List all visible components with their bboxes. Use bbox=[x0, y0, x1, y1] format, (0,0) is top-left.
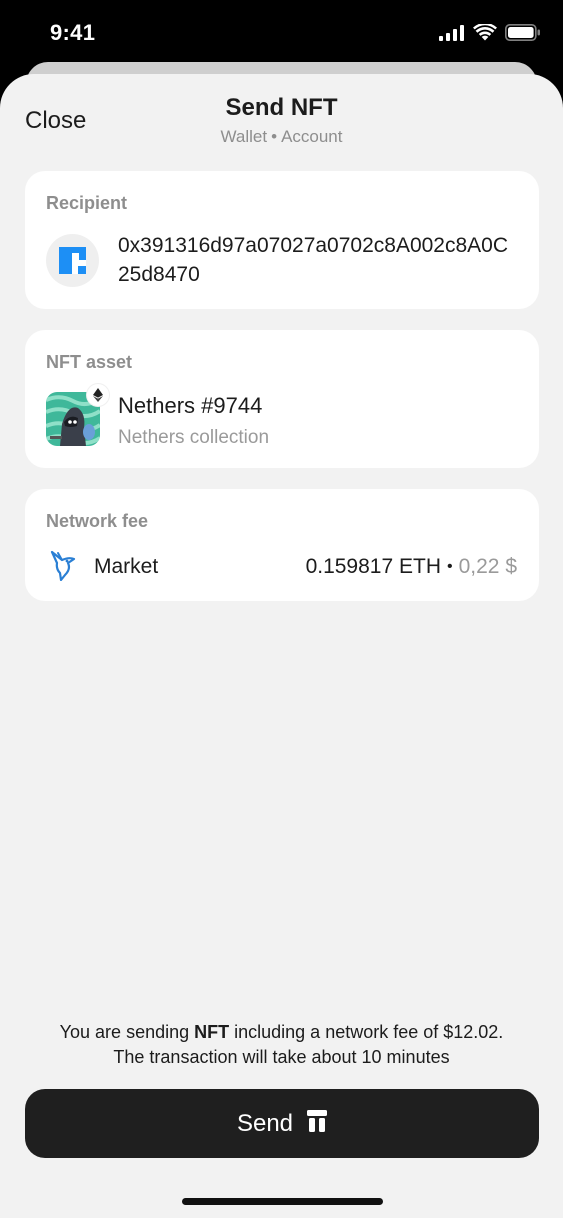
fee-crypto-amount: 0.159817 ETH bbox=[305, 555, 441, 578]
ledger-device-icon bbox=[307, 1110, 328, 1137]
send-button[interactable]: Send bbox=[25, 1089, 539, 1158]
summary-suffix: including a network fee of $12.02. bbox=[229, 1022, 504, 1042]
fee-values: 0.159817 ETH • 0,22 $ bbox=[306, 555, 517, 579]
fee-fiat-amount: 0,22 $ bbox=[458, 555, 517, 578]
send-sheet: Close Send NFT Wallet • Account Recipient … bbox=[0, 74, 563, 1218]
wallet-account-subtitle: Wallet • Account bbox=[0, 127, 563, 147]
recipient-address: 0x391316d97a07027a0702c8A002c8A0C25d8470 bbox=[118, 234, 509, 286]
subtitle-separator: • bbox=[271, 127, 278, 146]
network-fee-label: Network fee bbox=[46, 511, 149, 531]
wifi-icon bbox=[473, 22, 497, 46]
summary-prefix: You are sending bbox=[59, 1022, 195, 1042]
send-nft-screen: 9:41 Close Send NFT Wallet • Account Rec… bbox=[0, 0, 563, 1218]
status-time: 9:41 bbox=[50, 20, 96, 45]
send-button-label: Send bbox=[236, 1109, 294, 1137]
nft-asset-label: NFT asset bbox=[46, 352, 133, 372]
fee-speed-label: Market bbox=[94, 555, 159, 578]
page-title: Send NFT bbox=[225, 94, 338, 121]
nft-name: Nethers #9744 bbox=[118, 393, 263, 418]
home-indicator bbox=[182, 1198, 383, 1205]
cellular-signal-icon bbox=[439, 24, 465, 46]
network-fee-card[interactable]: Network fee Market 0.159817 ETH • 0,22 $ bbox=[25, 489, 539, 601]
hummingbird-icon bbox=[49, 549, 77, 586]
identicon-avatar-icon bbox=[46, 234, 99, 287]
ethereum-icon bbox=[87, 384, 109, 406]
battery-icon bbox=[505, 24, 541, 46]
status-icons bbox=[439, 22, 541, 46]
recipient-label: Recipient bbox=[46, 193, 128, 213]
account-label: Account bbox=[281, 127, 343, 146]
nft-collection: Nethers collection bbox=[118, 427, 270, 448]
summary-line-1: You are sending NFT including a network … bbox=[0, 1020, 563, 1045]
wallet-label: Wallet bbox=[220, 127, 268, 146]
summary-asset: NFT bbox=[194, 1022, 230, 1042]
recipient-card[interactable]: Recipient 0x391316d97a07027a0702c8A002c8… bbox=[25, 171, 539, 309]
nft-asset-card[interactable]: NFT asset Nethers #9744 Nethers collecti… bbox=[25, 330, 539, 468]
status-bar: 9:41 bbox=[0, 0, 563, 64]
summary-line-2: The transaction will take about 10 minut… bbox=[113, 1047, 450, 1067]
transaction-summary: You are sending NFT including a network … bbox=[0, 1020, 563, 1070]
fee-separator: • bbox=[447, 558, 453, 575]
